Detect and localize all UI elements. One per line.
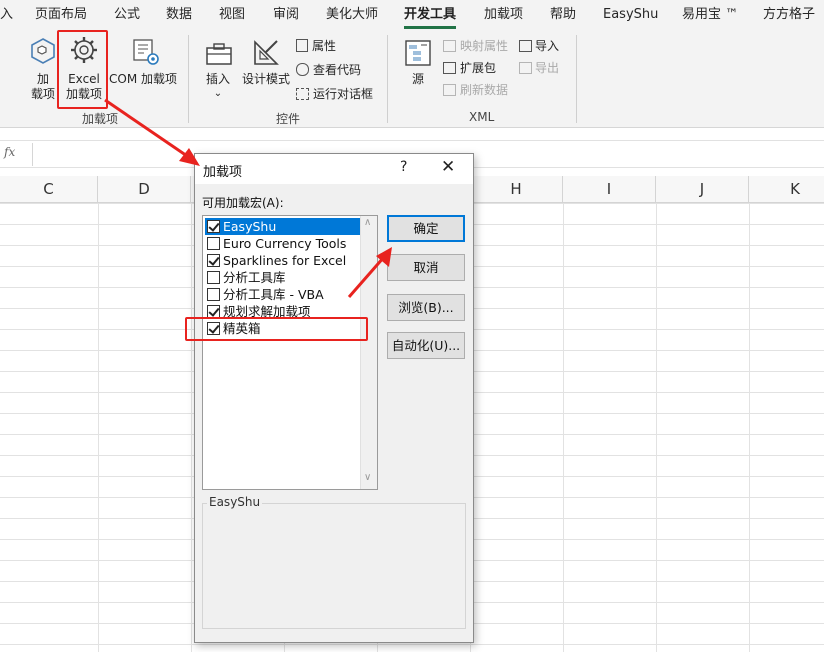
- annotation-arrows: [104, 98, 392, 298]
- arrow-to-dialog: [104, 98, 200, 166]
- arrow-to-ok: [347, 247, 392, 298]
